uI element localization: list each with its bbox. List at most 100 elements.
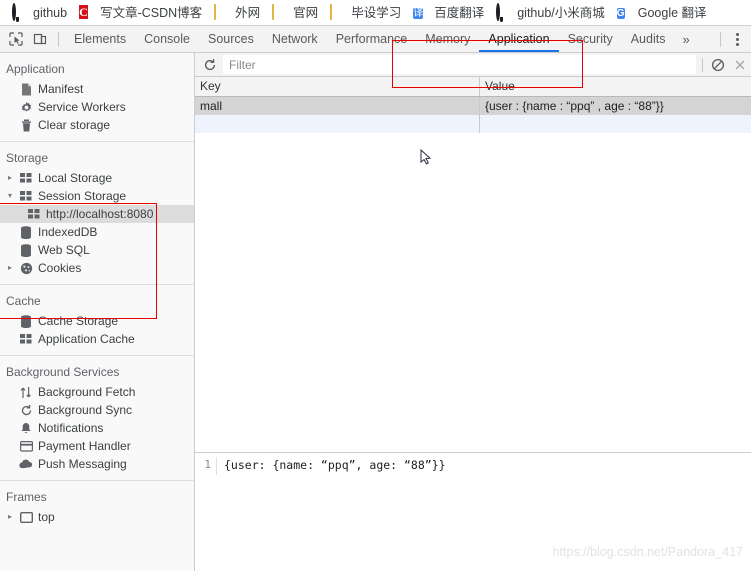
- sidebar-item-application-cache[interactable]: Application Cache: [0, 330, 194, 348]
- sidebar-item-notifications[interactable]: Notifications: [0, 419, 194, 437]
- chevron-right-icon[interactable]: ▸: [8, 508, 18, 526]
- sidebar-item-label: Cookies: [38, 261, 82, 275]
- kebab-menu-icon[interactable]: [727, 29, 747, 49]
- sidebar-section-frames: Frames ▸ top: [0, 480, 194, 526]
- bookmark-google-translate[interactable]: G Google 翻译: [611, 2, 713, 24]
- chevron-right-icon[interactable]: ▸: [8, 259, 18, 277]
- chevron-down-icon[interactable]: ▾: [8, 187, 18, 205]
- sidebar-section-title: Background Services: [6, 365, 120, 379]
- gear-icon: [18, 99, 34, 115]
- sidebar-item-clear-storage[interactable]: Clear storage: [0, 116, 194, 134]
- column-header-value[interactable]: Value: [480, 77, 751, 96]
- sidebar-item-label: top: [38, 510, 55, 524]
- filter-toolbar: [195, 53, 751, 77]
- storage-main-panel: Key Value mall {user : {name : “ppq” , a…: [195, 53, 751, 571]
- sidebar-item-label: Clear storage: [38, 118, 111, 132]
- clear-all-icon[interactable]: [707, 54, 729, 76]
- storage-grid-icon: [18, 331, 34, 347]
- sidebar-item-local-storage[interactable]: ▸ Local Storage: [0, 169, 194, 187]
- storage-grid-icon: [26, 206, 42, 222]
- sidebar-section-cache: Cache Cache Storage Application Cache: [0, 284, 194, 348]
- tab-application[interactable]: Application: [479, 26, 559, 52]
- frame-icon: [18, 509, 34, 525]
- bookmark-guanwang[interactable]: 官网: [266, 2, 324, 24]
- table-header-row: Key Value: [195, 77, 751, 97]
- sidebar-item-localhost-8080[interactable]: http://localhost:8080: [0, 205, 194, 223]
- refresh-icon[interactable]: [199, 54, 221, 76]
- cell-key[interactable]: mall: [195, 97, 480, 115]
- tab-security[interactable]: Security: [559, 26, 622, 52]
- tab-network[interactable]: Network: [263, 26, 327, 52]
- sidebar-item-label: Push Messaging: [38, 457, 127, 471]
- delete-selected-icon[interactable]: [729, 54, 751, 76]
- sidebar-item-label: Background Sync: [38, 403, 133, 417]
- sidebar-item-cookies[interactable]: ▸ Cookies: [0, 259, 194, 277]
- table-row-empty[interactable]: [195, 115, 751, 133]
- tab-elements[interactable]: Elements: [65, 26, 135, 52]
- toolbar-separator: [720, 31, 721, 47]
- bookmark-github-mall[interactable]: github/小米商城: [490, 2, 611, 24]
- folder-icon: [330, 3, 346, 21]
- sidebar-item-label: Application Cache: [38, 332, 135, 346]
- inspect-element-icon[interactable]: [4, 27, 28, 51]
- bookmark-csdn[interactable]: C 写文章-CSDN博客: [73, 2, 208, 24]
- database-icon: [18, 242, 34, 258]
- cell-value[interactable]: {user : {name : “ppq” , age : “88”}}: [480, 97, 751, 115]
- sidebar-item-indexeddb[interactable]: IndexedDB: [0, 223, 194, 241]
- sidebar-item-top-frame[interactable]: ▸ top: [0, 508, 194, 526]
- sidebar-item-label: Notifications: [38, 421, 104, 435]
- bookmark-waiwang[interactable]: 外网: [208, 2, 266, 24]
- cookie-icon: [18, 260, 34, 276]
- line-number: 1: [195, 457, 217, 475]
- devtools-window: Elements Console Sources Network Perform…: [0, 25, 751, 571]
- sidebar-item-cache-storage[interactable]: Cache Storage: [0, 312, 194, 330]
- sidebar-section-title: Application: [6, 62, 65, 76]
- baidu-fanyi-icon: 译: [413, 7, 424, 19]
- application-sidebar: Application Manifest Service Workers Cle…: [0, 53, 195, 571]
- tab-memory[interactable]: Memory: [416, 26, 479, 52]
- devtools-body: Application Manifest Service Workers Cle…: [0, 53, 751, 571]
- filter-input[interactable]: [223, 55, 696, 74]
- bookmark-label: 毕设学习: [351, 5, 402, 20]
- sidebar-item-session-storage[interactable]: ▾ Session Storage: [0, 187, 194, 205]
- storage-grid-icon: [18, 188, 34, 204]
- sidebar-section-title: Cache: [6, 294, 41, 308]
- csdn-icon: C: [79, 4, 88, 19]
- bookmark-baidu-fanyi[interactable]: 译 百度翻译: [407, 2, 490, 24]
- cell-key-empty[interactable]: [195, 115, 480, 133]
- cell-value-empty[interactable]: [480, 115, 751, 133]
- bookmark-label: 官网: [293, 5, 319, 20]
- tab-console[interactable]: Console: [135, 26, 199, 52]
- sidebar-item-background-fetch[interactable]: Background Fetch: [0, 383, 194, 401]
- sidebar-item-service-workers[interactable]: Service Workers: [0, 98, 194, 116]
- trash-icon: [18, 117, 34, 133]
- bookmark-github[interactable]: github: [6, 2, 73, 24]
- updown-arrows-icon: [18, 384, 34, 400]
- more-tabs-button[interactable]: »: [674, 32, 697, 47]
- chevron-right-icon[interactable]: ▸: [8, 169, 18, 187]
- value-preview-pane: 1 {user: {name: “ppq”, age: “88”}} https…: [195, 452, 751, 571]
- table-row[interactable]: mall {user : {name : “ppq” , age : “88”}…: [195, 97, 751, 115]
- bookmark-label: 外网: [235, 5, 261, 20]
- column-header-key[interactable]: Key: [195, 77, 480, 96]
- bookmark-bishe[interactable]: 毕设学习: [324, 2, 407, 24]
- database-icon: [18, 313, 34, 329]
- sidebar-item-label: Cache Storage: [38, 314, 119, 328]
- tab-audits[interactable]: Audits: [622, 26, 675, 52]
- tab-sources[interactable]: Sources: [199, 26, 263, 52]
- sidebar-section-storage: Storage ▸ Local Storage ▾ Session Storag…: [0, 141, 194, 277]
- sidebar-item-label: Session Storage: [38, 189, 127, 203]
- sidebar-item-manifest[interactable]: Manifest: [0, 80, 194, 98]
- tab-performance[interactable]: Performance: [327, 26, 417, 52]
- device-toolbar-icon[interactable]: [28, 27, 52, 51]
- storage-grid-icon: [18, 170, 34, 186]
- bookmarks-bar: github C 写文章-CSDN博客 外网 官网 毕设学习 译 百度翻译 gi…: [0, 0, 751, 25]
- sidebar-item-background-sync[interactable]: Background Sync: [0, 401, 194, 419]
- sidebar-item-web-sql[interactable]: Web SQL: [0, 241, 194, 259]
- bookmark-label: Google 翻译: [637, 5, 707, 20]
- sync-icon: [18, 402, 34, 418]
- preview-content[interactable]: {user: {name: “ppq”, age: “88”}}: [217, 457, 446, 475]
- sidebar-item-payment-handler[interactable]: Payment Handler: [0, 437, 194, 455]
- devtools-tabbar: Elements Console Sources Network Perform…: [0, 26, 751, 53]
- sidebar-item-push-messaging[interactable]: Push Messaging: [0, 455, 194, 473]
